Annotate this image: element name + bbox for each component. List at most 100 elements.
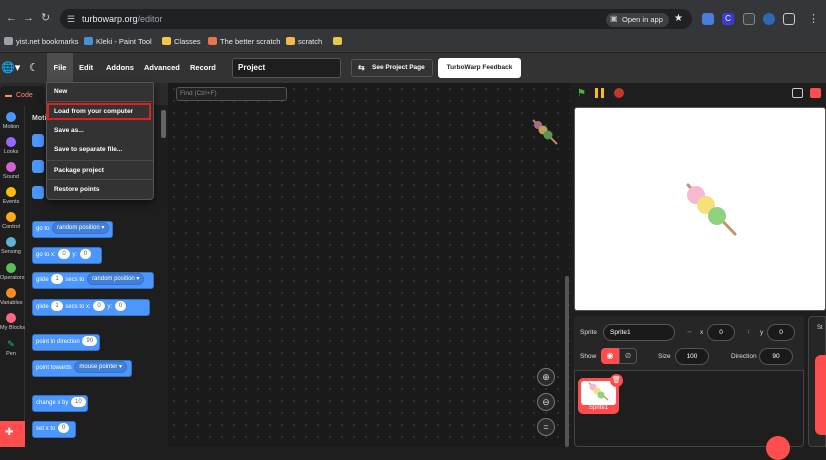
add-sprite-button[interactable] (766, 436, 790, 460)
menu-item-save-as[interactable]: Save as... (47, 121, 153, 140)
menu-file[interactable]: File (47, 53, 73, 83)
image-icon (333, 37, 342, 45)
category-variables[interactable]: Variables (0, 288, 23, 306)
input-direction[interactable]: 90 (82, 336, 98, 346)
input-glide-y[interactable]: 0 (114, 301, 127, 311)
input-y[interactable]: 0 (79, 249, 92, 259)
bookmark-scratch[interactable]: scratch (286, 37, 322, 46)
category-control[interactable]: Control (0, 212, 22, 230)
language-globe-icon[interactable]: 🌐▾ (1, 61, 20, 74)
sensing-dot-icon (6, 237, 16, 247)
category-events[interactable]: Events (0, 187, 22, 205)
bookmark-image[interactable] (333, 37, 345, 46)
turbowarp-feedback-button[interactable]: TurboWarp Feedback (438, 58, 521, 78)
input-glide-secs[interactable]: 1 (51, 274, 63, 284)
y-input[interactable]: 0 (767, 324, 795, 341)
block-go-to-xy[interactable]: go to x: 0 y: 0 (32, 247, 102, 264)
block-point-in-direction[interactable]: point in direction 90 (32, 334, 100, 351)
events-dot-icon (6, 187, 16, 197)
bookmark-yist[interactable]: yist.net bookmarks (4, 37, 79, 46)
input-glide2-secs[interactable]: 1 (51, 301, 63, 311)
site-info-icon[interactable]: ☰ (67, 14, 75, 25)
zoom-reset-button[interactable]: = (537, 418, 555, 436)
code-workspace[interactable] (168, 83, 570, 447)
bookmark-classes[interactable]: Classes (162, 37, 201, 46)
back-icon[interactable]: ← (6, 12, 17, 24)
category-operators[interactable]: Operators (0, 263, 24, 281)
block-turn-left[interactable] (32, 186, 44, 199)
add-backdrop-button[interactable] (815, 355, 826, 435)
category-sensing[interactable]: Sensing (0, 237, 22, 255)
category-sound[interactable]: Sound (0, 162, 22, 180)
eye-slash-icon: ⊘ (624, 351, 632, 360)
zoom-in-button[interactable]: ⊕ (537, 368, 555, 386)
menu-item-save-separate[interactable]: Save to separate file... (47, 140, 153, 159)
extension-circle-icon[interactable] (763, 13, 775, 25)
zoom-out-button[interactable]: ⊖ (537, 393, 555, 411)
reload-icon[interactable]: ↻ (41, 12, 50, 24)
code-icon: ▬ (5, 92, 12, 99)
see-project-page-button[interactable]: ⇆ See Project Page (351, 59, 433, 77)
forward-icon[interactable]: → (23, 12, 34, 24)
dropdown-mouse-pointer[interactable]: mouse pointer ▾ (74, 361, 128, 373)
block-turn-right[interactable] (32, 160, 44, 173)
extension-square-icon[interactable] (743, 13, 755, 25)
x-arrow-icon: ↔ (686, 328, 693, 335)
find-input[interactable]: Find (Ctrl+F) (176, 87, 287, 101)
menu-record[interactable]: Record (190, 53, 216, 83)
bookmark-kleki[interactable]: Kleki - Paint Tool (84, 37, 152, 46)
menu-item-new[interactable]: New (47, 82, 153, 101)
dropdown-glide-target[interactable]: random position ▾ (87, 273, 145, 285)
block-change-x-by[interactable]: change x by 10 (32, 395, 88, 412)
browser-menu-icon[interactable]: ⋮ (808, 12, 819, 25)
my-blocks-dot-icon (6, 313, 16, 323)
block-go-to[interactable]: go to random position ▾ (32, 221, 113, 238)
stop-icon[interactable] (614, 88, 624, 98)
block-set-x-to[interactable]: set x to 0 (32, 421, 76, 438)
project-title-input[interactable]: Project (232, 58, 341, 78)
stage-header (570, 83, 826, 107)
workspace-scrollbar[interactable] (565, 276, 569, 447)
block-point-towards[interactable]: point towards mouse pointer ▾ (32, 360, 132, 377)
input-set-x[interactable]: 0 (58, 423, 70, 433)
menu-item-package-project[interactable]: Package project (47, 161, 153, 180)
menu-addons[interactable]: Addons (106, 53, 134, 83)
motion-dot-icon (6, 112, 16, 122)
extensions-puzzle-icon[interactable] (783, 13, 795, 25)
green-flag-icon[interactable]: ⚑ (577, 88, 586, 99)
block-glide-to[interactable]: glide 1 secs to random position ▾ (32, 272, 154, 289)
input-glide-x[interactable]: 0 (93, 301, 105, 311)
pause-icon[interactable] (595, 88, 598, 98)
url-text[interactable]: turbowarp.org/editor (82, 14, 163, 24)
tab-code[interactable]: ▬ Code (0, 86, 44, 106)
category-my-blocks[interactable]: My Blocks (0, 313, 25, 331)
x-input[interactable]: 0 (707, 324, 735, 341)
large-stage-icon[interactable] (810, 88, 821, 98)
menu-item-restore-points[interactable]: Restore points (47, 180, 153, 199)
menu-advanced[interactable]: Advanced (144, 53, 180, 83)
input-change-x[interactable]: 10 (71, 397, 86, 407)
small-stage-icon[interactable] (792, 88, 803, 98)
show-hidden-button[interactable]: ⊘ (619, 348, 637, 364)
menu-edit[interactable]: Edit (79, 53, 93, 83)
swap-icon: ⇆ (358, 63, 365, 72)
delete-sprite-button[interactable]: 🗑 (610, 374, 623, 387)
size-input[interactable]: 100 (675, 348, 709, 365)
category-motion[interactable]: Motion (0, 112, 22, 130)
palette-scrollbar[interactable] (161, 110, 166, 138)
theme-moon-icon[interactable]: ☾ (29, 61, 39, 74)
block-move-steps[interactable] (32, 134, 44, 147)
category-looks[interactable]: Looks (0, 137, 22, 155)
extension-c-icon[interactable]: C (722, 13, 734, 25)
bookmark-star-icon[interactable]: ★ (674, 13, 683, 24)
add-extension-button[interactable]: ✚ (0, 421, 25, 447)
bookmark-better-scratch[interactable]: The better scratch (208, 37, 280, 46)
block-glide-to-xy[interactable]: glide 1 secs to x: 0 y: 0 (32, 299, 150, 316)
show-visible-button[interactable]: ◉ (601, 348, 619, 364)
category-pen[interactable]: ✎ Pen (0, 339, 22, 357)
dropdown-random-position[interactable]: random position ▾ (52, 222, 110, 234)
extension-translate-icon[interactable] (702, 13, 714, 25)
sprite-name-input[interactable]: Sprite1 (603, 324, 675, 341)
direction-input[interactable]: 90 (759, 348, 793, 365)
input-x[interactable]: 0 (58, 249, 70, 259)
